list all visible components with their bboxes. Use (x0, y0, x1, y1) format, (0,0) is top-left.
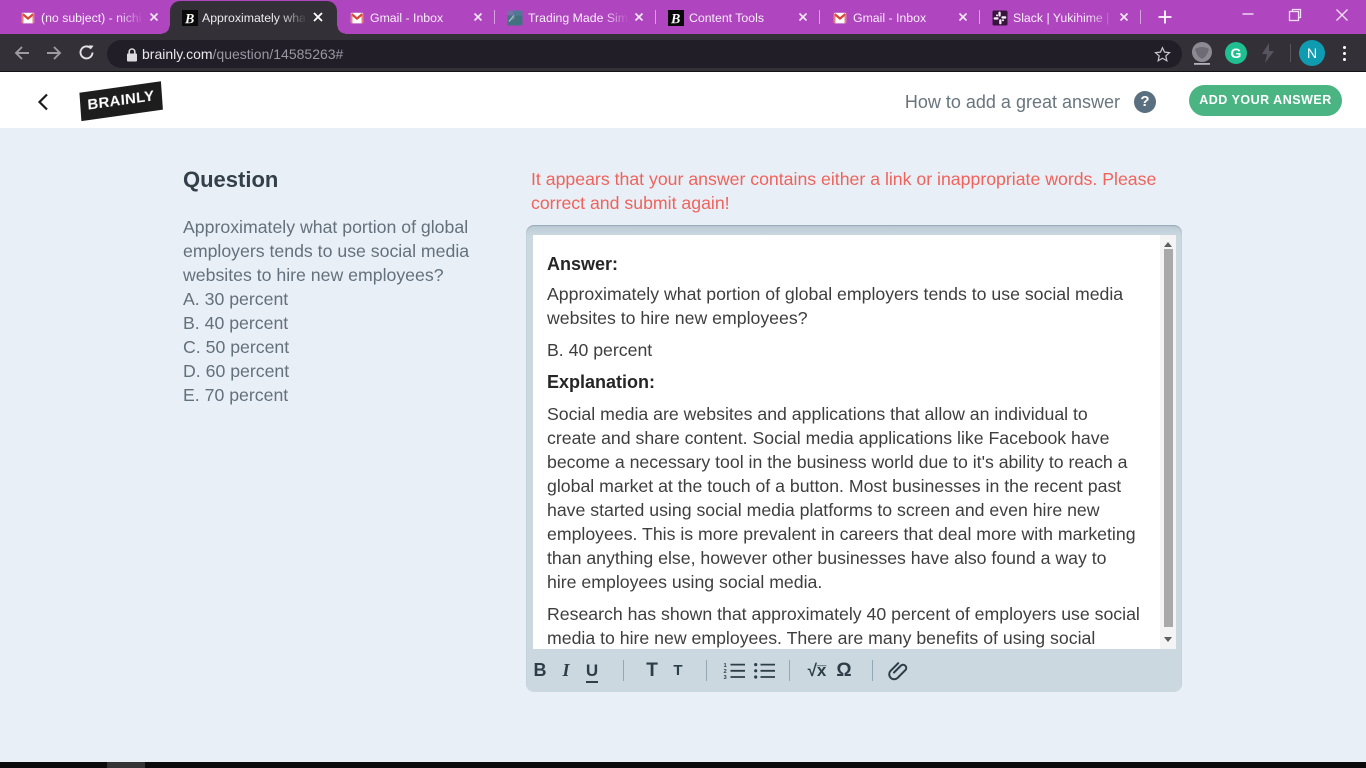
svg-text:3: 3 (724, 675, 728, 680)
svg-text:G: G (1231, 45, 1242, 61)
